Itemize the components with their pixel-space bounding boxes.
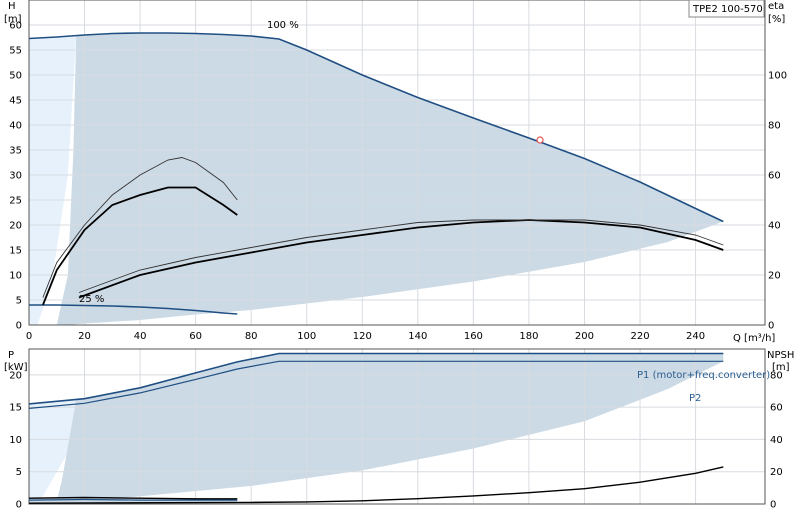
- q-tick-label: 240: [686, 331, 705, 342]
- q-tick-label: 120: [353, 331, 372, 342]
- eta-axis-unit: [%]: [768, 14, 785, 25]
- annotation-100-percent: 100 %: [267, 20, 299, 31]
- p-tick-label: 5: [16, 467, 22, 478]
- h-tick-label: 5: [16, 296, 22, 307]
- q-tick-label: 180: [519, 331, 538, 342]
- eta-tick-label: 0: [768, 321, 774, 332]
- npsh-axis-unit: [m]: [772, 362, 790, 373]
- pump-curve-chart: 0 5 10 15 20 25 30 35 40 45 50 55 60 0 20 40 60 80 100 0 20 4…: [0, 0, 800, 520]
- eta-axis-label: eta: [768, 1, 784, 12]
- npsh-tick-label: 60: [770, 403, 783, 414]
- h-tick-label: 20: [9, 221, 22, 232]
- q-tick-label: 80: [245, 331, 258, 342]
- q-tick-label: 220: [630, 331, 649, 342]
- p1-label: P1 (motor+freq.converter): [637, 370, 770, 381]
- eta-tick-label: 40: [768, 221, 781, 232]
- q-tick-label: 100: [297, 331, 316, 342]
- h-tick-label: 30: [9, 171, 22, 182]
- npsh-axis-label: NPSH: [767, 350, 794, 361]
- p-axis-label: P: [8, 350, 14, 361]
- q-tick-label: 160: [464, 331, 483, 342]
- eta-tick-label: 100: [768, 71, 787, 82]
- p-tick-label: 10: [9, 435, 22, 446]
- p-axis-unit: [kW]: [4, 362, 28, 373]
- npsh-tick-label: 40: [770, 435, 783, 446]
- h-tick-label: 10: [9, 271, 22, 282]
- q-tick-label: 20: [78, 331, 91, 342]
- power-area: [56, 353, 724, 502]
- npsh-tick-label: 20: [770, 467, 783, 478]
- h-tick-label: 40: [9, 121, 22, 132]
- annotation-25-percent: 25 %: [79, 294, 104, 305]
- p-tick-label: 15: [9, 403, 22, 414]
- h-tick-label: 15: [9, 246, 22, 257]
- q-tick-label: 200: [575, 331, 594, 342]
- h-tick-label: 35: [9, 146, 22, 157]
- duty-point-marker: [536, 136, 544, 144]
- q-tick-label: 0: [26, 331, 32, 342]
- eta-tick-label: 20: [768, 271, 781, 282]
- h-tick-label: 0: [16, 321, 22, 332]
- h-tick-label: 45: [9, 96, 22, 107]
- q-tick-label: 40: [134, 331, 147, 342]
- head-chart: 0 5 10 15 20 25 30 35 40 45 50 55 60 0 20 40 60 80 100 0 20 4…: [4, 0, 787, 344]
- p-tick-label: 0: [16, 500, 22, 511]
- h-axis-unit: [m]: [4, 14, 22, 25]
- h-tick-label: 25: [9, 196, 22, 207]
- chart-canvas: 0510152025303540455055600204060801000 20 4…: [4, 0, 794, 511]
- h-axis-label: H: [8, 1, 16, 12]
- p2-min-curve: [28, 498, 238, 501]
- npsh-tick-label: 0: [770, 500, 776, 511]
- operating-area: [56, 33, 724, 325]
- q-tick-label: 60: [189, 331, 202, 342]
- p2-label: P2: [689, 393, 701, 404]
- model-label: TPE2 100-570: [692, 4, 763, 15]
- eta-tick-label: 80: [768, 121, 781, 132]
- power-chart: 05101520020406080 P [kW] NPSH [m] P1 (mo…: [4, 348, 794, 511]
- h-tick-label: 55: [9, 46, 22, 57]
- q-axis-label: Q [m³/h]: [733, 333, 775, 344]
- h-tick-label: 50: [9, 71, 22, 82]
- q-tick-label: 140: [408, 331, 427, 342]
- eta-tick-label: 60: [768, 171, 781, 182]
